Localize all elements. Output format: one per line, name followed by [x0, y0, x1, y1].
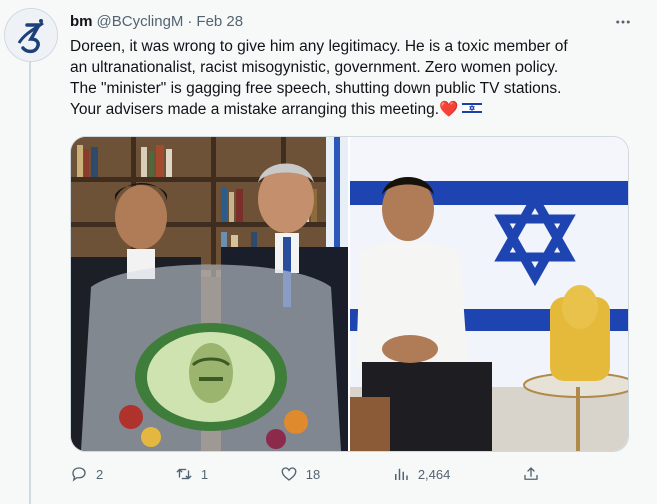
photo-left[interactable] — [71, 137, 348, 451]
tweet-text-line: Your advisers made a mistake arranging t… — [70, 101, 440, 118]
media-grid — [70, 136, 629, 452]
retweet-count: 1 — [200, 466, 209, 482]
like-count: 18 — [305, 466, 321, 482]
tweet-text-line-last: Your advisers made a mistake arranging t… — [70, 99, 630, 120]
like-button[interactable]: 18 — [280, 465, 320, 483]
tweet: bm @BCyclingM · Feb 28 Doreen, it was wr… — [0, 0, 657, 504]
retweet-button[interactable]: 1 — [175, 465, 208, 483]
retweet-icon — [176, 468, 192, 480]
tweet-header: bm @BCyclingM · Feb 28 — [70, 12, 243, 32]
like-icon — [281, 467, 297, 481]
tweet-text-line: an ultranationalist, racist misogynistic… — [70, 59, 559, 76]
tweet-text: Doreen, it was wrong to give him any leg… — [70, 36, 630, 120]
thread-line — [29, 62, 31, 504]
reply-button[interactable]: 2 — [70, 465, 103, 483]
photo-man-with-flag — [350, 137, 628, 451]
author-name[interactable]: bm — [70, 12, 93, 32]
share-button[interactable] — [522, 465, 540, 483]
photo-two-men-watermelon — [71, 137, 348, 451]
reply-icon — [72, 467, 86, 482]
views-button[interactable]: 2,464 — [392, 465, 451, 483]
tweet-text-line: Doreen, it was wrong to give him any leg… — [70, 38, 568, 55]
israel-flag-icon — [462, 101, 483, 115]
views-icon — [394, 468, 408, 480]
heart-emoji: ❤️ — [439, 101, 459, 118]
tweet-actions: 2 1 18 2,464 — [70, 462, 540, 486]
reply-count: 2 — [96, 466, 104, 482]
avatar-logo-icon — [5, 9, 57, 61]
photo-right[interactable] — [350, 137, 628, 451]
tweet-text-line: The "minister" is gagging free speech, s… — [70, 80, 562, 97]
avatar[interactable] — [4, 8, 58, 62]
share-icon — [524, 467, 538, 480]
tweet-date[interactable]: Feb 28 — [196, 12, 243, 32]
separator: · — [187, 13, 193, 30]
more-options-button[interactable] — [611, 10, 635, 34]
author-handle[interactable]: @BCyclingM — [97, 12, 184, 32]
more-horizontal-icon — [616, 20, 630, 24]
views-count: 2,464 — [417, 466, 451, 482]
